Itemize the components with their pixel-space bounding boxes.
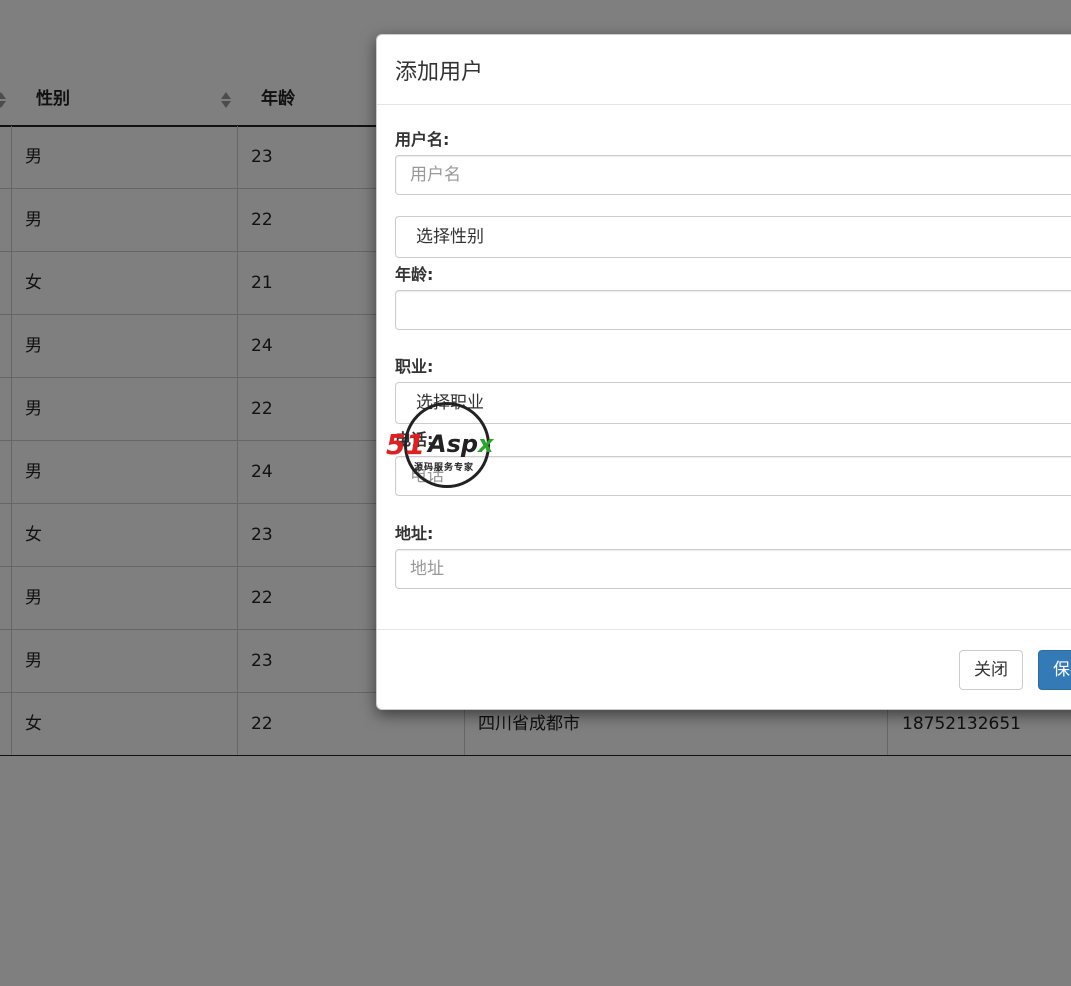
modal-footer: 关闭 保存 xyxy=(377,629,1071,710)
add-user-modal: 添加用户 用户名: 选择性别 年龄: 职业: 选择职业 电话: 地址: 关闭 保… xyxy=(376,34,1071,710)
modal-title: 添加用户 xyxy=(395,60,484,85)
job-label: 职业: xyxy=(395,357,434,376)
address-input[interactable] xyxy=(395,549,1071,589)
save-button[interactable]: 保存 xyxy=(1038,650,1071,690)
age-label: 年龄: xyxy=(395,265,434,284)
username-label: 用户名: xyxy=(395,130,450,149)
watermark-subtitle: 源码服务专家 xyxy=(414,463,475,473)
modal-header: 添加用户 xyxy=(377,35,1071,105)
watermark-brand: Aspx xyxy=(428,430,494,458)
gender-select[interactable]: 选择性别 xyxy=(395,216,1071,258)
address-label: 地址: xyxy=(395,524,434,543)
watermark-number: 51 xyxy=(386,428,425,461)
age-input[interactable] xyxy=(395,290,1071,330)
close-button[interactable]: 关闭 xyxy=(959,650,1023,690)
username-input[interactable] xyxy=(395,155,1071,195)
watermark-logo: 51 Aspx 源码服务专家 xyxy=(386,402,514,496)
